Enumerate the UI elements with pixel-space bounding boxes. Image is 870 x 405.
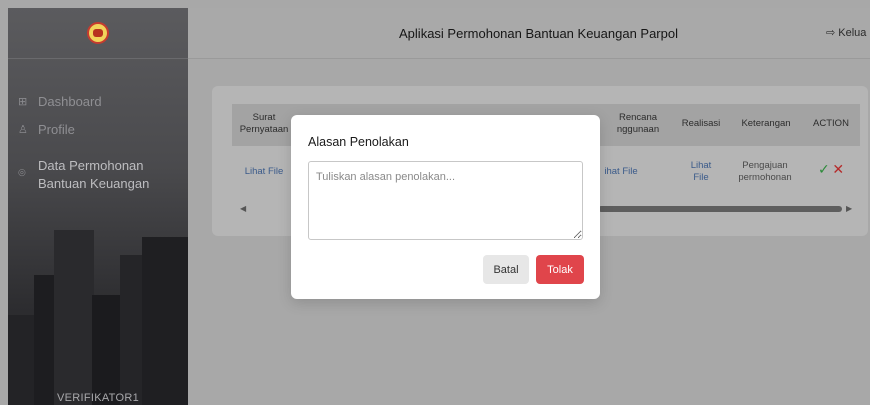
cancel-button[interactable]: Batal	[483, 255, 529, 284]
surat-pernyataan-link[interactable]: Lihat File	[238, 166, 290, 178]
column-header-rencana-penggunaan: Rencana nggunaan	[616, 112, 660, 135]
rejection-reason-modal: Alasan Penolakan Batal Tolak	[291, 115, 600, 299]
grid-icon: ⊞	[18, 96, 28, 108]
column-header-keterangan: Keterangan	[741, 118, 791, 129]
current-user-label: VERIFIKATOR1	[56, 392, 140, 404]
sidebar-item-profile[interactable]: ♙ Profile	[18, 122, 75, 137]
sidebar-skyline-decoration	[8, 225, 188, 405]
keterangan-cell: Pengajuan permohonan	[738, 160, 792, 183]
horizontal-scrollbar-thumb[interactable]	[598, 206, 842, 212]
user-icon: ♙	[18, 124, 28, 136]
sidebar-item-label: Dashboard	[38, 94, 102, 109]
check-icon[interactable]: ✓	[818, 161, 830, 177]
rejection-reason-input[interactable]	[308, 161, 583, 240]
column-header-surat-pernyataan: Surat Pernyataan	[239, 112, 289, 135]
scroll-right-arrow-icon[interactable]: ▶	[846, 204, 852, 213]
sidebar-divider	[8, 58, 188, 59]
column-header-realisasi: Realisasi	[681, 118, 721, 129]
scroll-left-arrow-icon[interactable]: ◀	[240, 204, 246, 213]
realisasi-link[interactable]: Lihat File	[676, 160, 726, 184]
top-header: Aplikasi Permohonan Bantuan Keuangan Par…	[188, 8, 870, 59]
page-title: Aplikasi Permohonan Bantuan Keuangan Par…	[399, 26, 678, 41]
reject-button[interactable]: Tolak	[536, 255, 584, 284]
modal-title: Alasan Penolakan	[308, 135, 409, 149]
coin-icon: ◎	[18, 167, 26, 177]
sidebar-item-label: Data Permohonan Bantuan Keuangan	[38, 158, 150, 191]
rencana-penggunaan-link[interactable]: ihat File	[598, 166, 644, 178]
sidebar-item-label: Profile	[38, 122, 75, 137]
column-header-action: ACTION	[813, 118, 849, 129]
app-logo	[87, 22, 109, 44]
logout-icon: ⇨	[826, 27, 836, 39]
logout-button[interactable]: ⇨ Kelua	[826, 26, 866, 39]
sidebar-item-dashboard[interactable]: ⊞ Dashboard	[18, 94, 102, 109]
sidebar-item-data-permohonan[interactable]: ◎ Data Permohonan Bantuan Keuangan	[18, 157, 149, 193]
sidebar: ⊞ Dashboard ♙ Profile ◎ Data Permohonan …	[8, 8, 188, 405]
close-icon[interactable]: ✕	[832, 161, 844, 177]
action-cell: ✓ ✕	[806, 161, 856, 178]
